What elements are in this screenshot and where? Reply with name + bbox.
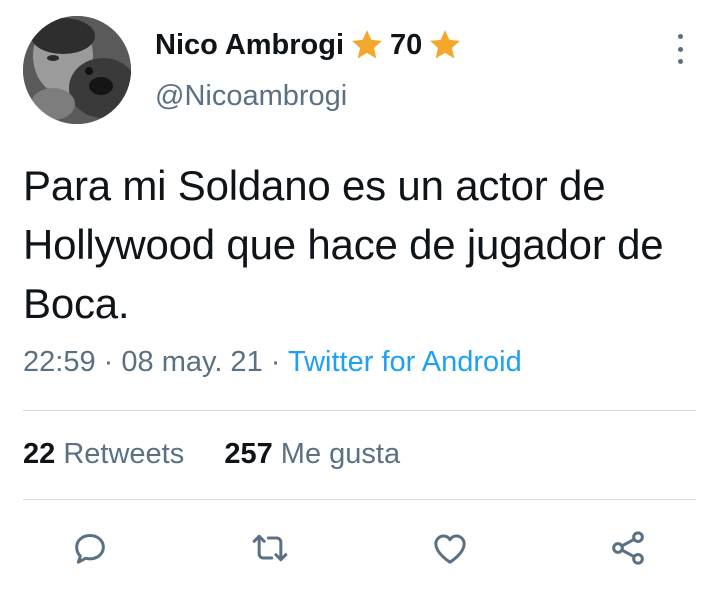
star-icon [350, 28, 384, 62]
tweet-time[interactable]: 22:59 [23, 346, 96, 378]
heart-icon[interactable] [428, 526, 472, 570]
tweet-stats: 22 Retweets 257 Me gusta [23, 438, 400, 471]
tweet-text: Para mi Soldano es un actor de Hollywood… [23, 162, 664, 327]
tweet-meta: 22:59 · 08 may. 21 · Twitter for Android [23, 346, 522, 379]
retweets-stat[interactable]: 22 Retweets [23, 438, 192, 470]
meta-separator: · [103, 346, 114, 378]
author-badge-count: 70 [390, 28, 423, 61]
author-handle[interactable]: @Nicoambrogi [155, 80, 347, 113]
avatar-image [23, 16, 131, 124]
likes-count: 257 [224, 438, 273, 470]
divider [23, 410, 696, 411]
meta-separator: · [270, 346, 281, 378]
tweet-date[interactable]: 08 may. 21 [121, 346, 262, 378]
author-name[interactable]: Nico Ambrogi [155, 29, 344, 62]
retweets-label: Retweets [63, 438, 185, 470]
divider [23, 499, 696, 500]
author-row: Nico Ambrogi 70 [155, 28, 468, 62]
tweet-source[interactable]: Twitter for Android [288, 346, 522, 378]
more-vertical-icon[interactable] [672, 34, 688, 64]
retweets-count: 22 [23, 438, 56, 470]
star-icon [428, 28, 462, 62]
likes-label: Me gusta [280, 438, 401, 470]
share-icon[interactable] [606, 526, 650, 570]
retweet-icon[interactable] [248, 526, 292, 570]
reply-icon[interactable] [68, 526, 112, 570]
likes-stat[interactable]: 257 Me gusta [224, 438, 400, 470]
avatar[interactable] [23, 16, 131, 124]
